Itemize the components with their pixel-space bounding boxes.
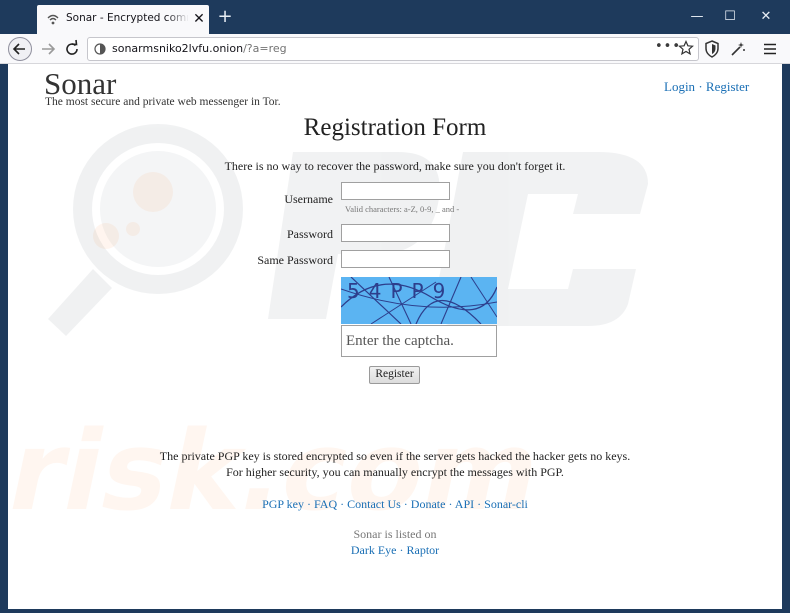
footer-links: PGP key · FAQ · Contact Us · Donate · AP… [8,497,782,512]
window-bottom-border [0,609,790,613]
api-link[interactable]: API [455,497,474,511]
bookmark-star-icon[interactable] [678,40,694,56]
pgp-key-link[interactable]: PGP key [262,497,304,511]
onion-favicon-icon [47,14,59,25]
listed-on-links: Dark Eye · Raptor [8,543,782,558]
password-field[interactable] [341,224,450,242]
site-tagline: The most secure and private web messenge… [45,96,281,108]
pgp-info-line-2: For higher security, you can manually en… [226,465,564,479]
same-password-field[interactable] [341,250,450,268]
contact-us-link[interactable]: Contact Us [347,497,401,511]
forward-arrow-icon [42,43,56,55]
page-title: Registration Form [303,114,487,141]
extension-magic-icon[interactable] [729,40,747,58]
site-info-icon [94,43,106,55]
close-tab-icon[interactable]: ✕ [192,12,206,26]
window-close-icon[interactable]: ✕ [755,6,777,28]
same-password-label: Same Password [257,253,333,267]
captcha-image: 54PP9 [341,277,497,324]
username-hint: Valid characters: a-Z, 0-9, _ and - [345,204,460,214]
separator: · [304,497,314,511]
register-button[interactable]: Register [369,366,420,384]
maximize-icon[interactable]: ☐ [719,6,741,28]
username-label: Username [284,192,333,206]
url-host: sonarmsniko2lvfu.onion [112,42,244,55]
password-label: Password [286,227,333,241]
login-link[interactable]: Login [664,79,695,94]
reload-icon [66,39,78,55]
raptor-link[interactable]: Raptor [406,543,439,557]
navigation-bar: sonarmsniko2lvfu.onion/?a=reg ••• [0,34,790,64]
shield-icon[interactable] [704,40,720,58]
reload-button[interactable] [60,37,84,61]
separator: · [698,79,703,94]
faq-link[interactable]: FAQ [314,497,337,511]
tab-bar: Sonar - Encrypted communication ✕ + — ☐ … [0,0,790,34]
captcha-input[interactable] [341,325,497,357]
dark-eye-link[interactable]: Dark Eye [351,543,397,557]
tab-title-fade [167,9,189,29]
password-warning: There is no way to recover the password,… [224,159,566,173]
listed-on-text: Sonar is listed on [353,527,437,541]
back-button[interactable] [8,37,32,61]
captcha-text: 54PP9 [347,279,455,303]
separator: · [337,497,348,511]
separator: · [400,497,411,511]
menu-icon[interactable] [762,41,778,57]
separator: · [474,497,485,511]
url-text: sonarmsniko2lvfu.onion/?a=reg [112,42,287,55]
back-arrow-icon [12,43,25,55]
web-page: risk.com Sonar The most secure and priva… [8,64,782,609]
register-link[interactable]: Register [706,79,749,94]
account-links: Login · Register [664,79,749,95]
browser-tab[interactable]: Sonar - Encrypted communication ✕ [37,5,209,34]
url-bar[interactable]: sonarmsniko2lvfu.onion/?a=reg ••• [87,37,699,61]
new-tab-icon[interactable]: + [216,8,234,26]
sonar-cli-link[interactable]: Sonar-cli [484,497,528,511]
forward-button[interactable] [36,37,60,61]
browser-window: Sonar - Encrypted communication ✕ + — ☐ … [0,0,790,613]
username-field[interactable] [341,182,450,200]
url-path: /?a=reg [243,42,287,55]
minimize-icon[interactable]: — [686,6,708,28]
pgp-info-line-1: The private PGP key is stored encrypted … [159,449,631,463]
separator: · [445,497,455,511]
donate-link[interactable]: Donate [411,497,446,511]
separator: · [396,543,407,557]
